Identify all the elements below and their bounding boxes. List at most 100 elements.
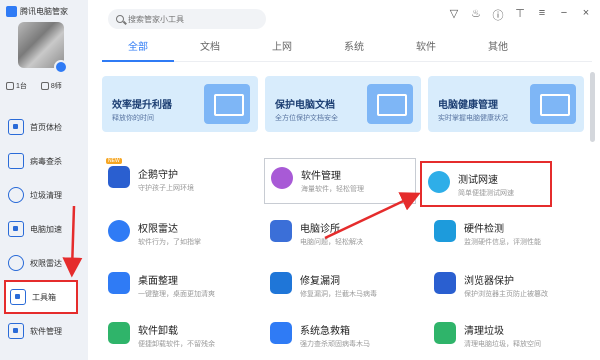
tool-desc: 简单便捷测试网速 [458, 190, 514, 197]
banner-protect-docs[interactable]: 保护电脑文档 全方位保护文档安全 [265, 76, 421, 132]
tool-desc: 保护浏览器主页防止被篡改 [464, 291, 548, 298]
rocket-icon [8, 221, 24, 237]
tool-desc: 一键整理，桌面更加清爽 [138, 291, 215, 298]
sidebar-item-checkup[interactable]: 首页体检 [0, 110, 88, 144]
new-badge: NEW [106, 158, 122, 164]
health-illustration-icon [530, 84, 576, 124]
sidebar-item-cleanup[interactable]: 垃圾清理 [0, 178, 88, 212]
sidebar-item-label: 工具箱 [32, 292, 56, 302]
tool-fix-vulnerabilities[interactable]: 修复漏洞 修复漏洞，拦截木马病毒 [264, 264, 416, 310]
trash-icon [108, 322, 130, 344]
penguin-guard-icon: NEW [106, 158, 130, 188]
sidebar-item-radar[interactable]: 权限雷达 [0, 246, 88, 280]
brand: 腾讯电脑管家 [6, 6, 68, 17]
tool-name: 权限雷达 [138, 224, 178, 235]
chip-icon [434, 220, 456, 242]
radar-icon [8, 255, 24, 271]
tool-name: 浏览器保护 [464, 276, 514, 287]
tab-system[interactable]: 系统 [318, 36, 390, 61]
monitor-icon [6, 82, 14, 90]
sidebar-item-speedup[interactable]: 电脑加速 [0, 212, 88, 246]
tool-hardware-check[interactable]: 硬件检测 监测硬件信息，评测性能 [428, 212, 580, 258]
scrollbar[interactable] [590, 72, 595, 142]
tool-desc: 便捷卸载软件，不留残余 [138, 341, 215, 348]
tool-desktop-organize[interactable]: 桌面整理 一键整理，桌面更加清爽 [102, 264, 254, 310]
tool-desc: 电脑问题，轻松解决 [300, 239, 363, 246]
tool-name: 修复漏洞 [300, 276, 340, 287]
toolbox-icon [10, 289, 26, 305]
sidebar: 腾讯电脑管家 1台 8师 首页体检 病毒查杀 垃圾清理 电脑加速 权限雷达 工具… [0, 0, 88, 360]
tab-all[interactable]: 全部 [102, 36, 174, 62]
tool-desc: 守护孩子上网环境 [138, 185, 194, 192]
sidebar-item-label: 软件管理 [30, 326, 62, 336]
search-box [108, 9, 266, 29]
stat-phone[interactable]: 8师 [40, 81, 62, 91]
tool-name: 桌面整理 [138, 276, 178, 287]
banner-efficiency[interactable]: 效率提升利器 释放你的时间 [102, 76, 258, 132]
tool-clean-junk[interactable]: 清理垃圾 清理电脑垃圾，释放空间 [428, 314, 580, 360]
tab-internet[interactable]: 上网 [246, 36, 318, 61]
tool-browser-protect[interactable]: 浏览器保护 保护浏览器主页防止被篡改 [428, 264, 580, 310]
sidebar-item-antivirus[interactable]: 病毒查杀 [0, 144, 88, 178]
sidebar-item-label: 电脑加速 [30, 224, 62, 234]
fire-icon[interactable]: ♨ [470, 7, 482, 23]
tool-name: 系统急救箱 [300, 326, 350, 337]
search-icon [116, 15, 124, 23]
browser-icon [434, 272, 456, 294]
stat-devices[interactable]: 1台 [6, 81, 27, 91]
banner-pc-health[interactable]: 电脑健康管理 实时掌握电脑健康状况 [428, 76, 584, 132]
desktop-icon [108, 272, 130, 294]
menu-icon[interactable]: ≡ [536, 7, 548, 23]
app-title: 腾讯电脑管家 [20, 7, 68, 16]
shirt-icon[interactable]: ⊤ [514, 7, 526, 23]
stat-devices-label: 1台 [16, 83, 27, 90]
shield-badge-icon [54, 60, 68, 74]
tool-pc-clinic[interactable]: 电脑诊所 电脑问题，轻松解决 [264, 212, 416, 258]
minimize-icon[interactable]: − [558, 7, 570, 23]
tool-name: 软件管理 [301, 171, 341, 182]
lock-illustration-icon [367, 84, 413, 124]
tool-desc: 软件行为，了如指掌 [138, 239, 201, 246]
sidebar-item-label: 病毒查杀 [30, 156, 62, 166]
phone-icon [40, 82, 49, 90]
sidebar-item-software[interactable]: 软件管理 [0, 314, 88, 348]
skin-icon[interactable]: ▽ [448, 7, 460, 23]
device-stats: 1台 8师 [6, 81, 62, 91]
tool-permission-radar[interactable]: 权限雷达 软件行为，了如指掌 [102, 212, 254, 258]
tool-desc: 监测硬件信息，评测性能 [464, 239, 541, 246]
tool-name: 测试网速 [458, 175, 498, 186]
category-tabs: 全部 文档 上网 系统 软件 其他 [102, 36, 592, 62]
software-manager-icon [271, 167, 293, 189]
sidebar-item-label: 垃圾清理 [30, 190, 62, 200]
monitor-illustration-icon [204, 84, 250, 124]
tool-name: 软件卸载 [138, 326, 178, 337]
tool-desc: 修复漏洞，拦截木马病毒 [300, 291, 377, 298]
sidebar-item-toolbox[interactable]: 工具箱 [4, 280, 78, 314]
wrench-icon [270, 272, 292, 294]
speedometer-icon [428, 171, 450, 193]
tab-docs[interactable]: 文档 [174, 36, 246, 61]
shield-icon [8, 153, 24, 169]
sidebar-item-label: 权限雷达 [30, 258, 62, 268]
info-icon[interactable]: ⓘ [492, 7, 504, 23]
search-input[interactable] [128, 14, 258, 24]
close-icon[interactable]: × [580, 7, 592, 23]
window-controls: ▽ ♨ ⓘ ⊤ ≡ − × [448, 7, 592, 23]
tool-speed-test[interactable]: 测试网速 简单便捷测试网速 [420, 161, 552, 207]
apps-icon [8, 323, 24, 339]
tool-desc: 清理电脑垃圾，释放空间 [464, 341, 541, 348]
stat-phone-label: 8师 [50, 83, 62, 90]
first-aid-icon [270, 322, 292, 344]
radar-icon [108, 220, 130, 242]
tool-name: 硬件检测 [464, 224, 504, 235]
tool-software-manager[interactable]: 软件管理 海量软件，轻松管理 [264, 158, 416, 204]
tool-rescue-kit[interactable]: 系统急救箱 强力查杀顽固病毒木马 [264, 314, 416, 360]
tencent-logo-icon [6, 6, 17, 17]
tool-name: 企鹅守护 [138, 170, 178, 181]
tab-software[interactable]: 软件 [390, 36, 462, 61]
tool-penguin-guard[interactable]: NEW 企鹅守护 守护孩子上网环境 [102, 158, 254, 204]
sidebar-item-label: 首页体检 [30, 122, 62, 132]
tool-uninstall[interactable]: 软件卸载 便捷卸载软件，不留残余 [102, 314, 254, 360]
broom-icon [8, 187, 24, 203]
tab-other[interactable]: 其他 [462, 36, 534, 61]
